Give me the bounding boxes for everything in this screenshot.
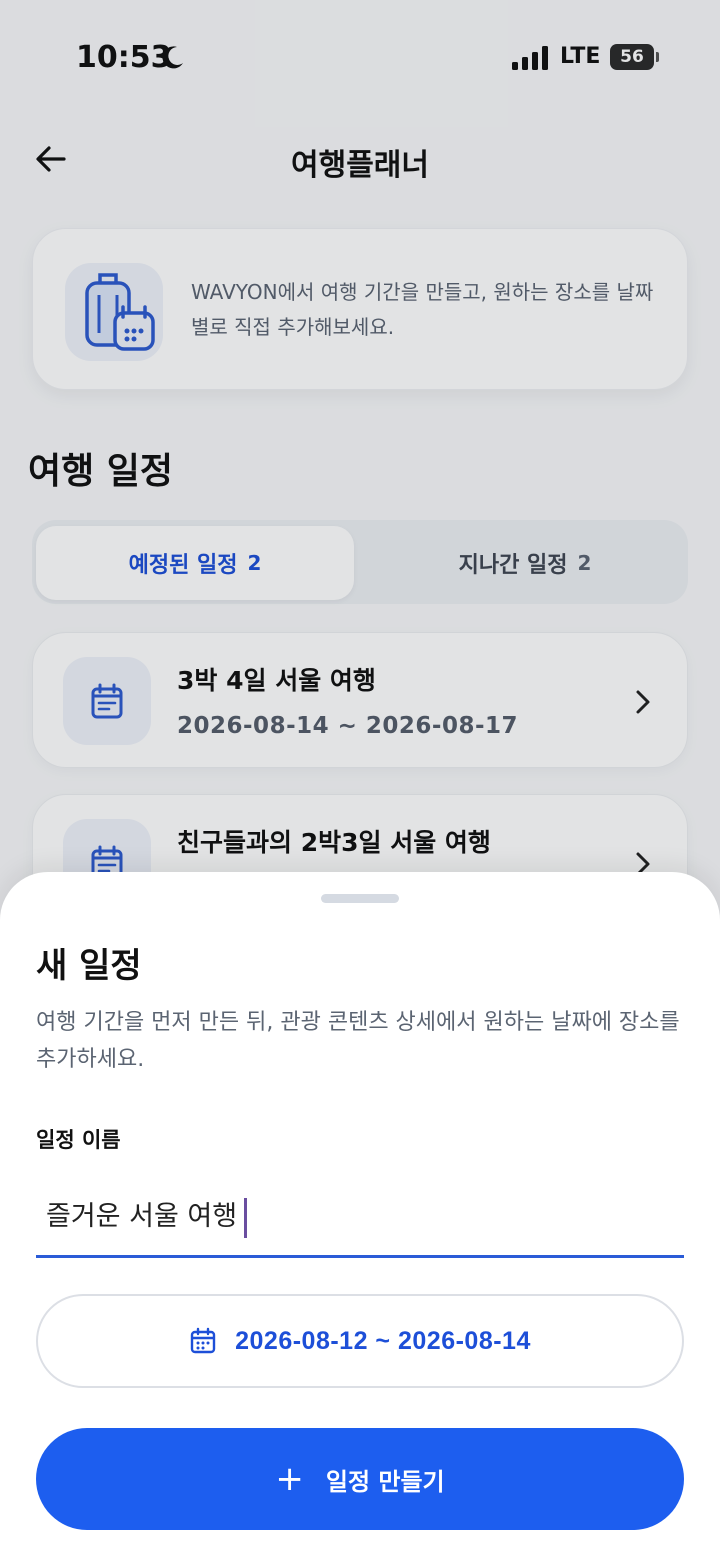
- sheet-description: 여행 기간을 먼저 만든 뒤, 관광 콘텐츠 상세에서 원하는 날짜에 장소를 …: [36, 1010, 680, 1072]
- new-schedule-sheet: 새 일정 여행 기간을 먼저 만든 뒤, 관광 콘텐츠 상세에서 원하는 날짜에…: [0, 872, 720, 1565]
- date-range-label: 2026-08-12 ~ 2026-08-14: [235, 1326, 531, 1355]
- text-caret: [244, 1198, 247, 1238]
- calendar-icon: [190, 1327, 216, 1354]
- sheet-title: 새 일정: [36, 946, 142, 986]
- sheet-drag-handle[interactable]: [321, 894, 399, 903]
- date-range-button[interactable]: 2026-08-12 ~ 2026-08-14: [36, 1294, 684, 1388]
- schedule-name-input[interactable]: [36, 1188, 684, 1258]
- schedule-name-label: 일정 이름: [36, 1128, 121, 1152]
- plus-icon: +: [275, 1459, 304, 1499]
- create-schedule-button[interactable]: + 일정 만들기: [36, 1428, 684, 1530]
- create-schedule-label: 일정 만들기: [325, 1467, 445, 1496]
